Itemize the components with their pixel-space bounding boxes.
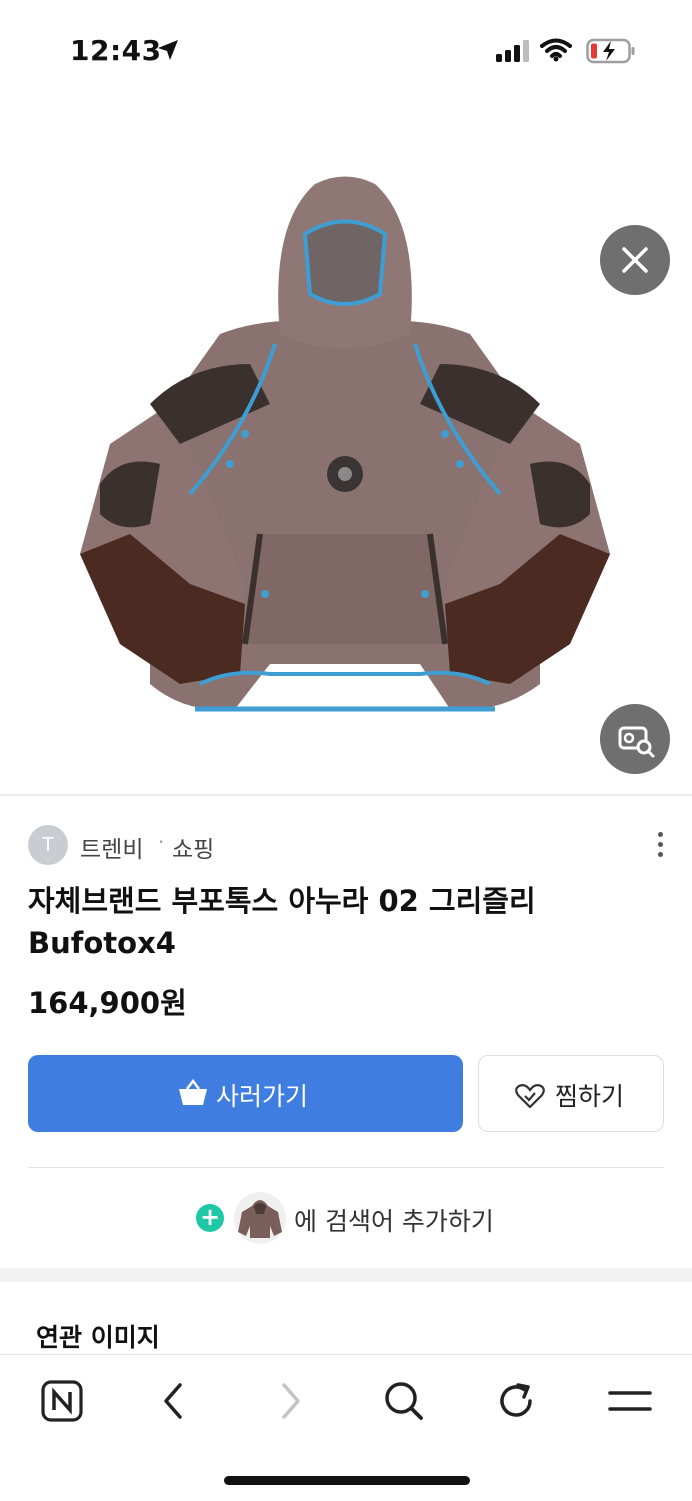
related-images-title: 연관 이미지 (36, 1323, 160, 1352)
buy-button-label: 사러가기 (216, 1082, 309, 1111)
source-name[interactable]: 트렌비 (80, 830, 143, 864)
more-dot-icon (657, 832, 663, 837)
keyword-thumbnail (234, 1192, 286, 1244)
product-hoodie-image (80, 176, 610, 712)
close-button[interactable] (600, 225, 670, 295)
naver-home-icon (41, 1380, 83, 1422)
search-icon (385, 1382, 423, 1420)
add-search-keyword[interactable]: + 에 검색어 추가하기 (0, 1188, 692, 1248)
product-image-viewer[interactable] (0, 100, 692, 794)
product-title[interactable]: 자체브랜드 부포톡스 아누라 02 그리즐리 Bufotox4 (28, 880, 658, 964)
shopping-basket-icon (179, 1079, 207, 1105)
buy-button[interactable]: 사러가기 (28, 1055, 463, 1132)
more-options-button[interactable] (650, 828, 670, 864)
hoodie-thumbnail-image (238, 1200, 282, 1238)
cellular-signal-icon (496, 40, 529, 62)
section-separator (0, 1268, 692, 1282)
wifi-icon (540, 38, 572, 62)
close-icon (622, 247, 648, 273)
wishlist-button-label: 찜하기 (555, 1082, 625, 1111)
source-avatar: T (28, 825, 68, 865)
source-type: 쇼핑 (172, 837, 215, 863)
home-indicator[interactable] (224, 1476, 470, 1485)
divider (28, 1167, 664, 1168)
divider (0, 794, 692, 796)
back-button[interactable] (150, 1377, 200, 1427)
more-dot-icon (657, 852, 663, 857)
battery-charging-icon (586, 38, 635, 64)
more-dot-icon (657, 842, 663, 847)
product-price: 164,900원 (28, 986, 187, 1020)
add-keyword-label: 에 검색어 추가하기 (294, 1207, 494, 1236)
back-icon (164, 1383, 182, 1419)
image-search-button[interactable] (600, 704, 670, 774)
refresh-button[interactable] (492, 1377, 542, 1427)
search-button[interactable] (380, 1377, 430, 1427)
image-search-icon (618, 726, 655, 758)
forward-icon (282, 1383, 300, 1419)
source-separator: · (158, 830, 165, 854)
menu-icon (608, 1391, 652, 1411)
wishlist-button[interactable]: 찜하기 (478, 1055, 664, 1132)
location-arrow-icon (158, 40, 178, 60)
refresh-icon (500, 1383, 532, 1417)
plus-icon: + (196, 1204, 224, 1232)
heart-icon (515, 1084, 545, 1109)
status-bar: 12:43 (0, 0, 692, 100)
forward-button[interactable] (266, 1377, 316, 1427)
menu-button[interactable] (606, 1377, 656, 1427)
naver-home-button[interactable] (38, 1377, 88, 1427)
status-time: 12:43 (70, 34, 162, 67)
